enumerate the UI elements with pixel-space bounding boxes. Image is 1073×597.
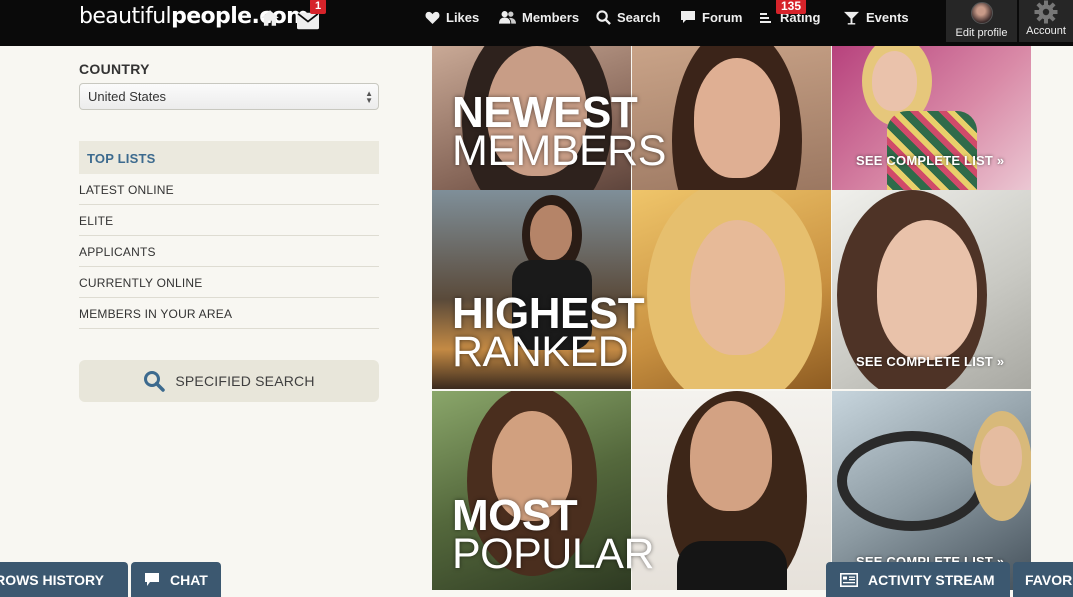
heart-icon — [425, 11, 440, 24]
most-popular-heading[interactable]: MOST POPULAR — [452, 494, 655, 578]
activity-stream-tab[interactable]: ACTIVITY STREAM — [826, 562, 1010, 597]
rating-list-icon — [760, 13, 771, 23]
nav-members-label: Members — [522, 9, 580, 25]
edit-profile-button[interactable]: Edit profile — [946, 0, 1017, 42]
browse-history-tab[interactable]: ROWS HISTORY — [0, 562, 128, 597]
top-lists: LATEST ONLINE ELITE APPLICANTS CURRENTLY… — [79, 174, 379, 329]
nav-likes[interactable]: Likes — [425, 0, 479, 34]
top-lists-heading: TOP LISTS — [79, 141, 379, 174]
country-label: COUNTRY — [79, 61, 150, 77]
nav-search[interactable]: Search — [596, 0, 660, 34]
country-select-value: United States — [88, 89, 167, 104]
mail-badge: 1 — [310, 0, 327, 14]
specified-search-button[interactable]: SPECIFIED SEARCH — [79, 360, 379, 402]
edit-profile-label: Edit profile — [955, 27, 1008, 39]
top-navigation-bar: beautifulpeople.com 1 Likes Members Sear… — [0, 0, 1073, 46]
chat-tab[interactable]: CHAT — [131, 562, 221, 597]
members-icon — [499, 11, 516, 24]
avatar — [970, 2, 993, 24]
newest-see-complete-list-link[interactable]: SEE COMPLETE LIST » — [856, 153, 1004, 168]
list-item-latest-online[interactable]: LATEST ONLINE — [79, 174, 379, 205]
account-button[interactable]: Account — [1019, 0, 1073, 42]
member-photo[interactable] — [632, 391, 831, 590]
newest-members-heading[interactable]: NEWEST MEMBERS — [452, 91, 666, 175]
select-arrows-icon: ▲ ▼ — [365, 89, 373, 105]
activity-feed-icon — [840, 572, 858, 587]
list-item-elite[interactable]: ELITE — [79, 205, 379, 236]
member-photo-grid: NEWEST MEMBERS SEE COMPLETE LIST » HIGHE… — [432, 46, 1032, 597]
list-item-currently-online[interactable]: CURRENTLY ONLINE — [79, 267, 379, 298]
member-photo[interactable] — [632, 190, 831, 389]
nav-forum[interactable]: Forum — [680, 0, 742, 34]
favorites-tab[interactable]: FAVOR — [1013, 562, 1073, 597]
nav-events[interactable]: Events — [843, 0, 909, 34]
cocktail-glass-icon — [844, 11, 859, 25]
nav-forum-label: Forum — [702, 9, 743, 25]
favorites-label: FAVOR — [1025, 571, 1073, 588]
newest-heading-line2: MEMBERS — [452, 126, 666, 175]
search-icon — [596, 9, 611, 25]
list-item-applicants[interactable]: APPLICANTS — [79, 236, 379, 267]
chat-bubble-icon — [145, 573, 159, 586]
home-icon[interactable] — [259, 7, 281, 29]
nav-events-label: Events — [866, 9, 909, 25]
account-label: Account — [1026, 25, 1066, 37]
activity-stream-label: ACTIVITY STREAM — [868, 571, 995, 588]
specified-search-label: SPECIFIED SEARCH — [175, 373, 315, 389]
nav-likes-label: Likes — [446, 9, 480, 25]
nav-members[interactable]: Members — [499, 0, 579, 34]
popular-heading-line2: POPULAR — [452, 529, 655, 578]
list-item-members-in-your-area[interactable]: MEMBERS IN YOUR AREA — [79, 298, 379, 329]
nav-search-label: Search — [617, 9, 661, 25]
magnifier-icon — [144, 371, 166, 392]
highest-heading-line2: RANKED — [452, 327, 629, 376]
country-select[interactable]: United States ▲ ▼ — [79, 83, 379, 110]
browse-history-label: ROWS HISTORY — [0, 571, 104, 588]
logo-text-part2: people.com — [171, 4, 309, 29]
logo-text-part1: beautiful — [79, 4, 172, 29]
speech-bubble-icon — [681, 11, 695, 23]
gear-icon — [1034, 0, 1058, 24]
highest-see-complete-list-link[interactable]: SEE COMPLETE LIST » — [856, 354, 1004, 369]
rating-badge: 135 — [776, 0, 807, 14]
highest-ranked-heading[interactable]: HIGHEST RANKED — [452, 292, 645, 376]
chat-label: CHAT — [170, 571, 208, 588]
